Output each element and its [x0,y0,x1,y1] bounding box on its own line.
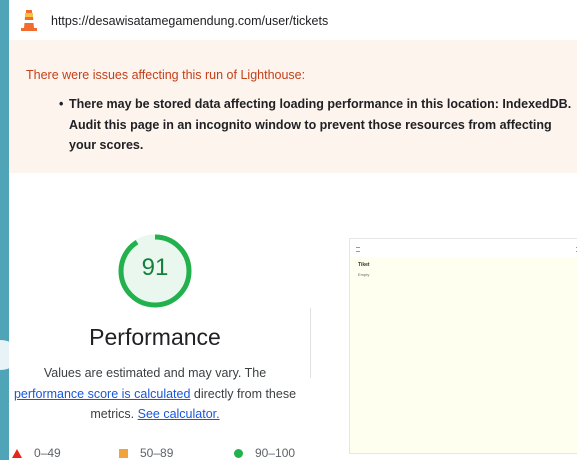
legend-fail: 0–49 [12,446,61,460]
performance-score-value: 91 [141,254,169,281]
pass-circle-icon [234,449,243,459]
bullet-icon: • [59,97,64,111]
report-url[interactable]: https://desawisatamegamendung.com/user/t… [51,14,328,28]
description-text: directly from these [190,386,297,401]
menu-icon [356,247,360,252]
score-calculated-link[interactable]: performance score is calculated [14,387,190,401]
warning-title: There were issues affecting this run of … [26,68,306,82]
description-line: Values are estimated and may vary. The [43,366,267,380]
warning-list: • There may be stored data affecting loa… [59,94,577,156]
description-line: metrics. See calculator. [9,404,301,425]
score-scale-legend: 0–49 50–89 90–100 [9,446,309,460]
description-line: performance score is calculated directly… [9,384,301,405]
warning-item-line: Audit this page in an incognito window t… [69,117,552,132]
runtime-warning-box: There were issues affecting this run of … [9,40,577,173]
warning-item-line: There may be stored data affecting loadi… [69,97,572,111]
legend-fail-label: 0–49 [34,446,61,460]
report-url-bar: https://desawisatamegamendung.com/user/t… [9,0,577,41]
description-text: metrics. [90,407,138,421]
performance-description: Values are estimated and may vary. The p… [9,363,301,425]
thumbnail-subtext: Empty [358,272,370,277]
thumbnail-header [350,239,577,257]
lighthouse-logo-icon [21,10,37,31]
legend-average-label: 50–89 [140,446,174,460]
average-square-icon [119,449,128,459]
fail-triangle-icon [12,449,22,459]
legend-average: 50–89 [119,446,173,460]
final-screenshot-thumbnail[interactable]: Tiket Empty [349,238,577,454]
legend-pass: 90–100 [234,446,295,460]
thumbnail-heading: Tiket [358,262,370,268]
see-calculator-link[interactable]: See calculator. [138,407,220,421]
column-divider [310,308,311,378]
performance-title: Performance [89,324,221,350]
warning-item-line: your scores. [69,138,144,152]
warning-item: • There may be stored data affecting loa… [59,94,577,156]
lighthouse-report: https://desawisatamegamendung.com/user/t… [9,0,577,460]
legend-pass-label: 90–100 [255,446,296,460]
